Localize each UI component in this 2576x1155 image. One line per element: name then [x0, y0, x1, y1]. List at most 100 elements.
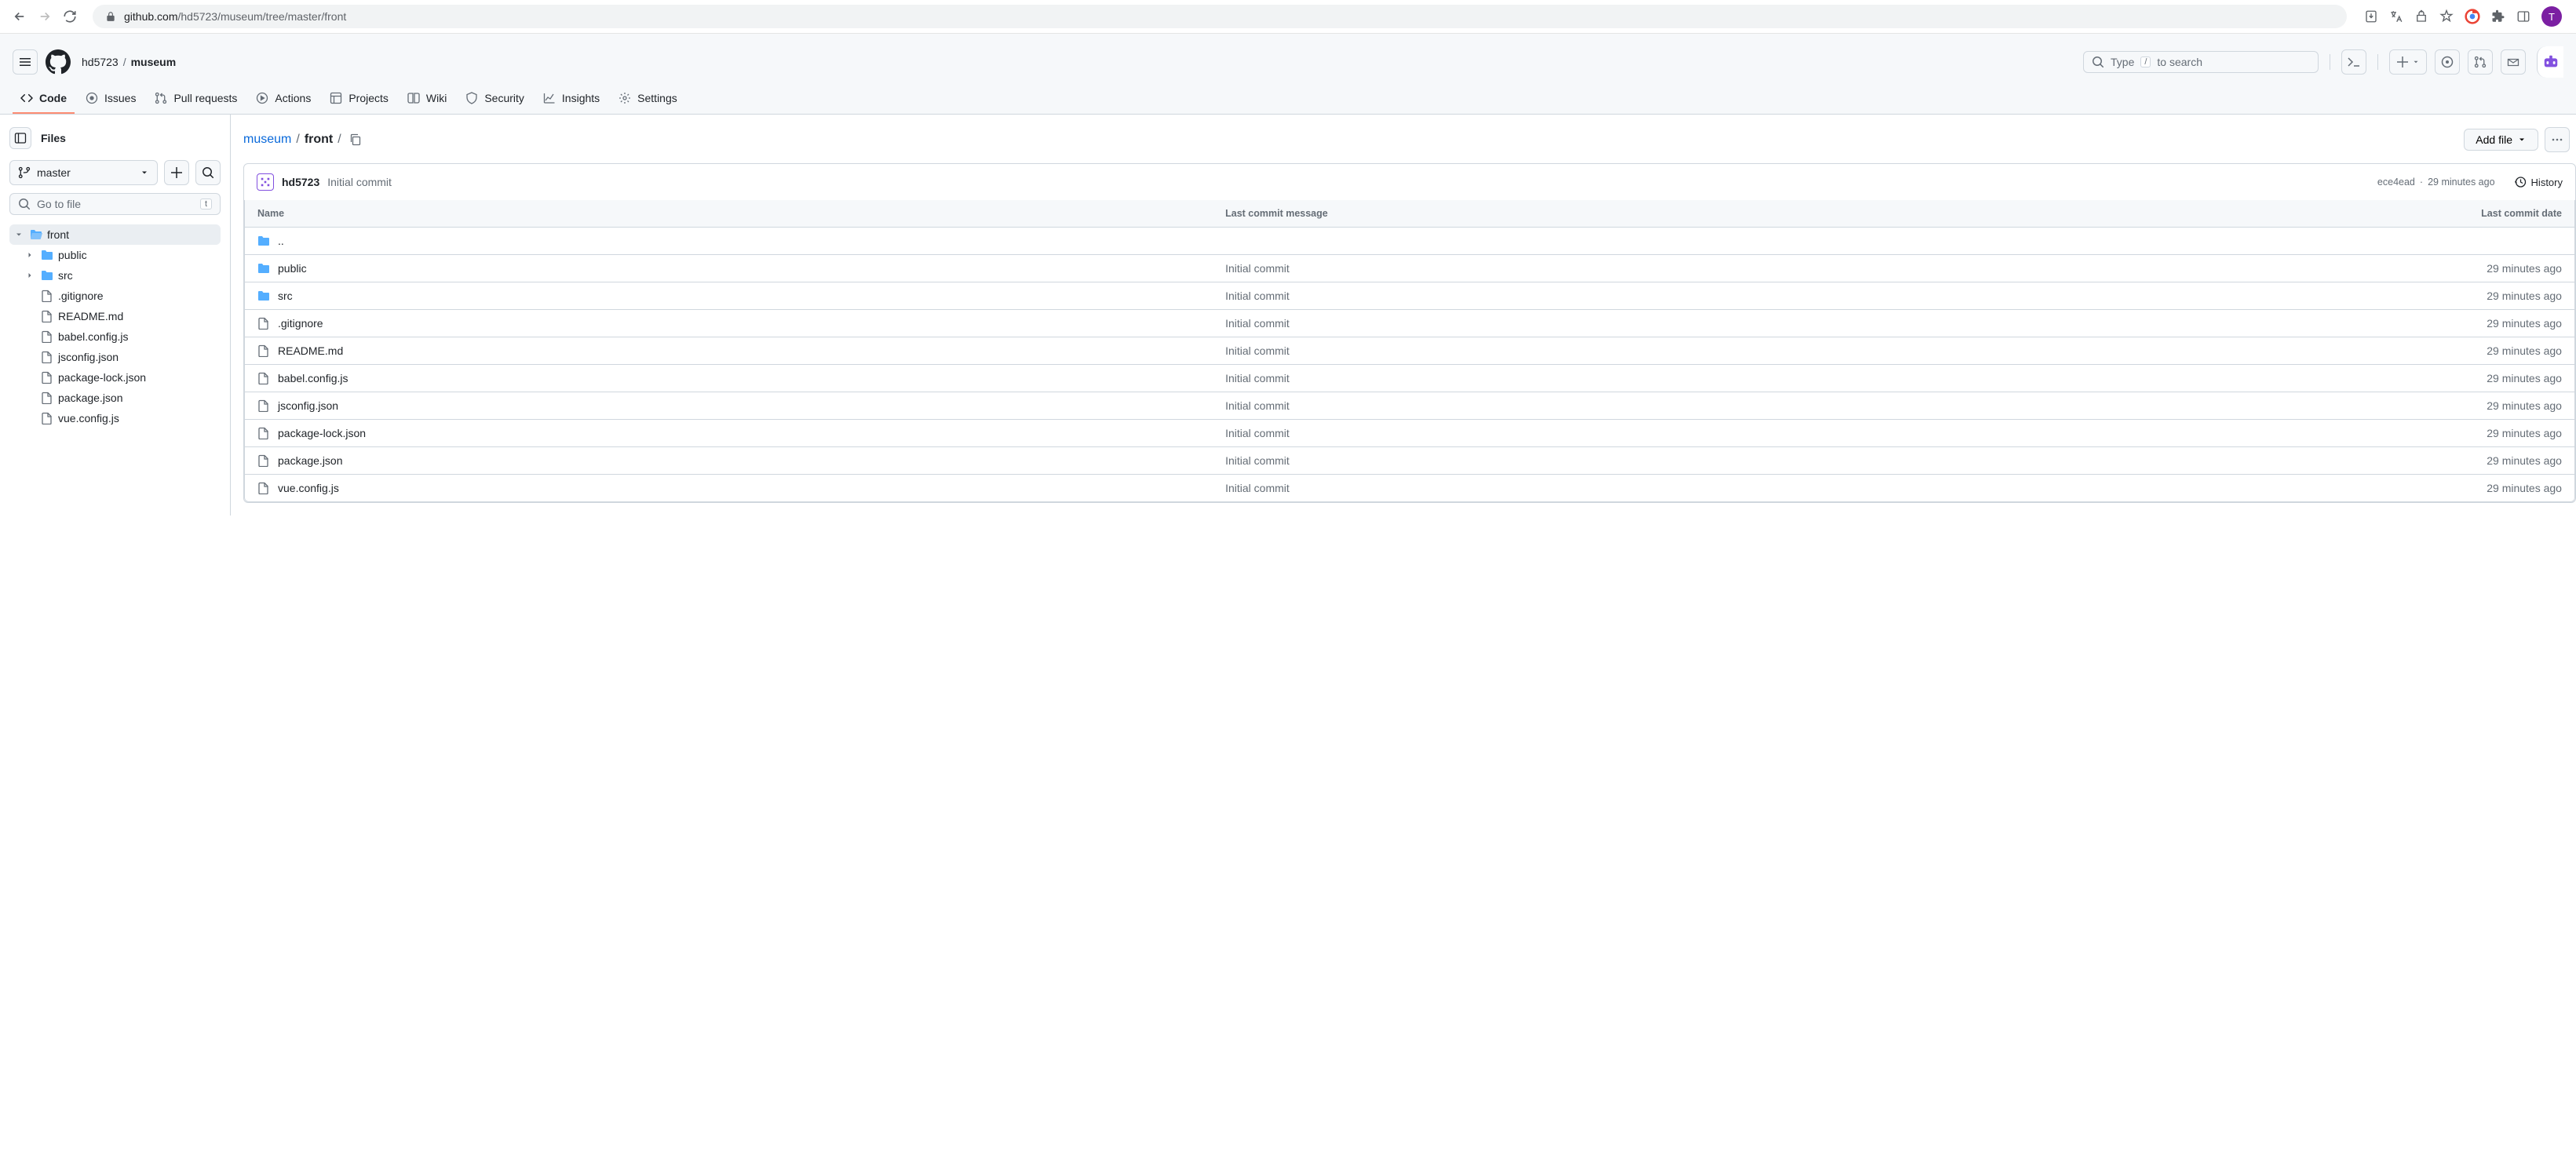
branch-icon [18, 166, 31, 179]
tree-item-babel[interactable]: babel.config.js [9, 326, 221, 347]
tab-projects[interactable]: Projects [322, 84, 396, 114]
github-logo-icon[interactable] [46, 49, 71, 75]
table-row[interactable]: publicInitial commit29 minutes ago [245, 255, 2574, 282]
search-kbd: / [2140, 56, 2151, 67]
command-palette-button[interactable] [2341, 49, 2366, 75]
parent-dir-link[interactable]: .. [278, 235, 284, 247]
go-to-file-label: Go to file [37, 198, 81, 210]
collapse-sidebar-button[interactable] [9, 127, 31, 149]
search-placeholder-pre: Type [2111, 56, 2134, 68]
file-link[interactable]: vue.config.js [278, 482, 339, 494]
tree-item-gitignore[interactable]: .gitignore [9, 286, 221, 306]
breadcrumb-separator: / [123, 56, 126, 68]
copilot-button[interactable] [2537, 46, 2563, 78]
tab-settings[interactable]: Settings [611, 84, 685, 114]
tab-issues[interactable]: Issues [78, 84, 144, 114]
tree-item-readme[interactable]: README.md [9, 306, 221, 326]
file-link[interactable]: package.json [278, 454, 343, 467]
tree-label: jsconfig.json [58, 351, 119, 363]
forward-icon[interactable] [38, 9, 52, 24]
hamburger-menu-button[interactable] [13, 49, 38, 75]
tree-item-front[interactable]: front [9, 224, 221, 245]
tree-item-pkg[interactable]: package.json [9, 388, 221, 408]
col-name: Name [257, 208, 1225, 219]
tree-item-src[interactable]: src [9, 265, 221, 286]
table-row[interactable]: package-lock.jsonInitial commit29 minute… [245, 420, 2574, 447]
tab-wiki[interactable]: Wiki [400, 84, 454, 114]
side-panel-icon[interactable] [2516, 9, 2530, 24]
file-link[interactable]: package-lock.json [278, 427, 366, 439]
file-link[interactable]: public [278, 262, 307, 275]
owner-link[interactable]: hd5723 [82, 56, 119, 68]
back-icon[interactable] [13, 9, 27, 24]
tab-actions[interactable]: Actions [248, 84, 319, 114]
chrome-apps-icon[interactable] [2465, 9, 2480, 24]
add-file-button[interactable] [164, 160, 189, 185]
issues-button[interactable] [2435, 49, 2460, 75]
reload-icon[interactable] [63, 9, 77, 24]
commit-author[interactable]: hd5723 [282, 176, 319, 188]
search-files-button[interactable] [195, 160, 221, 185]
extensions-icon[interactable] [2491, 9, 2505, 24]
tab-code[interactable]: Code [13, 84, 75, 114]
chevron-right-icon [25, 250, 36, 260]
tab-insights[interactable]: Insights [535, 84, 608, 114]
notifications-button[interactable] [2501, 49, 2526, 75]
go-to-file-input[interactable]: Go to file t [9, 193, 221, 215]
commit-msg-link[interactable]: Initial commit [1225, 372, 1290, 384]
table-row[interactable]: babel.config.jsInitial commit29 minutes … [245, 365, 2574, 392]
tree-item-jsconfig[interactable]: jsconfig.json [9, 347, 221, 367]
history-button[interactable]: History [2514, 176, 2563, 188]
commit-msg-link[interactable]: Initial commit [1225, 399, 1290, 412]
more-options-button[interactable] [2545, 127, 2570, 152]
create-new-button[interactable] [2389, 49, 2427, 75]
commit-message[interactable]: Initial commit [327, 176, 392, 188]
install-icon[interactable] [2364, 9, 2378, 24]
tree-item-public[interactable]: public [9, 245, 221, 265]
file-icon [41, 290, 53, 302]
breadcrumb-root[interactable]: museum [243, 133, 291, 147]
table-row[interactable]: vue.config.jsInitial commit29 minutes ag… [245, 475, 2574, 501]
commit-msg-link[interactable]: Initial commit [1225, 317, 1290, 330]
file-link[interactable]: README.md [278, 344, 343, 357]
commit-msg-link[interactable]: Initial commit [1225, 262, 1290, 275]
parent-dir-row[interactable]: .. [245, 228, 2574, 255]
commit-msg-link[interactable]: Initial commit [1225, 482, 1290, 494]
table-row[interactable]: README.mdInitial commit29 minutes ago [245, 337, 2574, 365]
table-row[interactable]: srcInitial commit29 minutes ago [245, 282, 2574, 310]
translate-icon[interactable] [2389, 9, 2403, 24]
commit-msg-link[interactable]: Initial commit [1225, 344, 1290, 357]
file-link[interactable]: babel.config.js [278, 372, 348, 384]
tab-projects-label: Projects [348, 92, 389, 104]
file-link[interactable]: jsconfig.json [278, 399, 338, 412]
commit-msg-link[interactable]: Initial commit [1225, 454, 1290, 467]
global-search-input[interactable]: Type / to search [2083, 51, 2319, 73]
file-icon [41, 351, 53, 363]
breadcrumb-separator: / [338, 133, 341, 147]
commit-msg-link[interactable]: Initial commit [1225, 427, 1290, 439]
divider [2377, 54, 2378, 70]
tab-security[interactable]: Security [458, 84, 532, 114]
tree-item-pkglock[interactable]: package-lock.json [9, 367, 221, 388]
table-row[interactable]: jsconfig.jsonInitial commit29 minutes ag… [245, 392, 2574, 420]
author-avatar[interactable] [257, 173, 274, 191]
file-link[interactable]: src [278, 290, 293, 302]
profile-avatar[interactable]: T [2541, 6, 2562, 27]
add-file-button[interactable]: Add file [2464, 129, 2538, 151]
repo-link[interactable]: museum [131, 56, 177, 68]
file-link[interactable]: .gitignore [278, 317, 323, 330]
url-bar[interactable]: github.com/hd5723/museum/tree/master/fro… [93, 5, 2347, 28]
table-row[interactable]: package.jsonInitial commit29 minutes ago [245, 447, 2574, 475]
tab-pull-requests[interactable]: Pull requests [147, 84, 245, 114]
pull-requests-button[interactable] [2468, 49, 2493, 75]
folder-open-icon [30, 228, 42, 241]
bookmark-icon[interactable] [2439, 9, 2454, 24]
copy-path-button[interactable] [346, 130, 365, 149]
branch-picker[interactable]: master [9, 160, 158, 185]
commit-msg-link[interactable]: Initial commit [1225, 290, 1290, 302]
share-icon[interactable] [2414, 9, 2428, 24]
table-row[interactable]: .gitignoreInitial commit29 minutes ago [245, 310, 2574, 337]
tab-actions-label: Actions [275, 92, 311, 104]
tree-item-vueconfig[interactable]: vue.config.js [9, 408, 221, 428]
commit-sha[interactable]: ece4ead [2377, 177, 2415, 188]
